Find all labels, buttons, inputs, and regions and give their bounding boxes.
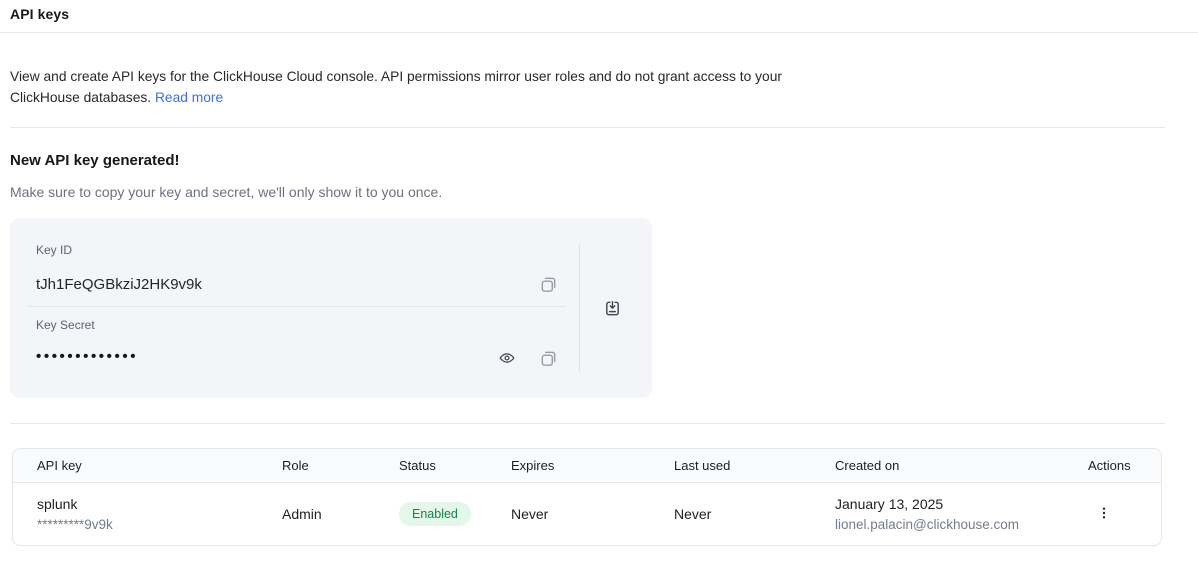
key-id-value: tJh1FeQGBkziJ2HK9v9k <box>36 276 202 293</box>
card-divider <box>28 306 566 307</box>
key-secret-label: Key Secret <box>36 318 95 332</box>
status-cell: Enabled <box>399 502 511 526</box>
status-badge: Enabled <box>399 502 471 526</box>
api-key-masked: *********9v9k <box>37 514 282 535</box>
show-secret-button[interactable] <box>495 346 519 370</box>
created-by-email: lionel.palacin@clickhouse.com <box>835 514 1088 535</box>
created-date: January 13, 2025 <box>835 494 1088 514</box>
download-credentials-button[interactable] <box>596 292 628 324</box>
role-cell: Admin <box>282 506 399 522</box>
eye-icon <box>498 349 516 367</box>
copy-key-id-button[interactable] <box>536 272 560 296</box>
page-description-text: View and create API keys for the ClickHo… <box>10 69 782 105</box>
divider <box>10 127 1165 128</box>
copy-icon <box>539 275 558 294</box>
api-keys-table: API key Role Status Expires Last used Cr… <box>12 448 1162 546</box>
new-key-banner-subtitle: Make sure to copy your key and secret, w… <box>10 184 442 200</box>
copy-icon <box>539 349 558 368</box>
read-more-link[interactable]: Read more <box>155 90 223 105</box>
created-on-cell: January 13, 2025 lionel.palacin@clickhou… <box>835 494 1088 535</box>
column-header-api-key: API key <box>37 458 282 473</box>
column-header-status: Status <box>399 458 511 473</box>
column-header-role: Role <box>282 458 399 473</box>
row-actions-button[interactable] <box>1092 502 1116 526</box>
column-header-created-on: Created on <box>835 458 1088 473</box>
api-key-name-cell: splunk *********9v9k <box>37 494 282 535</box>
key-id-label: Key ID <box>36 243 72 257</box>
kebab-menu-icon <box>1096 505 1112 524</box>
copy-key-secret-button[interactable] <box>536 346 560 370</box>
api-keys-page: API keys View and create API keys for th… <box>0 0 1198 583</box>
last-used-cell: Never <box>674 506 835 522</box>
page-description: View and create API keys for the ClickHo… <box>10 66 840 108</box>
actions-cell <box>1088 502 1161 526</box>
card-vertical-divider <box>579 244 580 372</box>
divider <box>10 423 1165 424</box>
download-icon <box>603 299 622 318</box>
table-row: splunk *********9v9k Admin Enabled Never… <box>13 483 1161 545</box>
column-header-last-used: Last used <box>674 458 835 473</box>
column-header-expires: Expires <box>511 458 674 473</box>
expires-cell: Never <box>511 506 674 522</box>
divider <box>0 32 1198 33</box>
generated-key-card: Key ID tJh1FeQGBkziJ2HK9v9k Key Secret •… <box>10 218 652 398</box>
table-header-row: API key Role Status Expires Last used Cr… <box>13 449 1161 483</box>
page-title: API keys <box>10 6 69 22</box>
key-secret-masked-value: ••••••••••••• <box>36 348 138 365</box>
new-key-banner-title: New API key generated! <box>10 152 180 169</box>
api-key-name: splunk <box>37 494 282 514</box>
column-header-actions: Actions <box>1088 458 1161 473</box>
